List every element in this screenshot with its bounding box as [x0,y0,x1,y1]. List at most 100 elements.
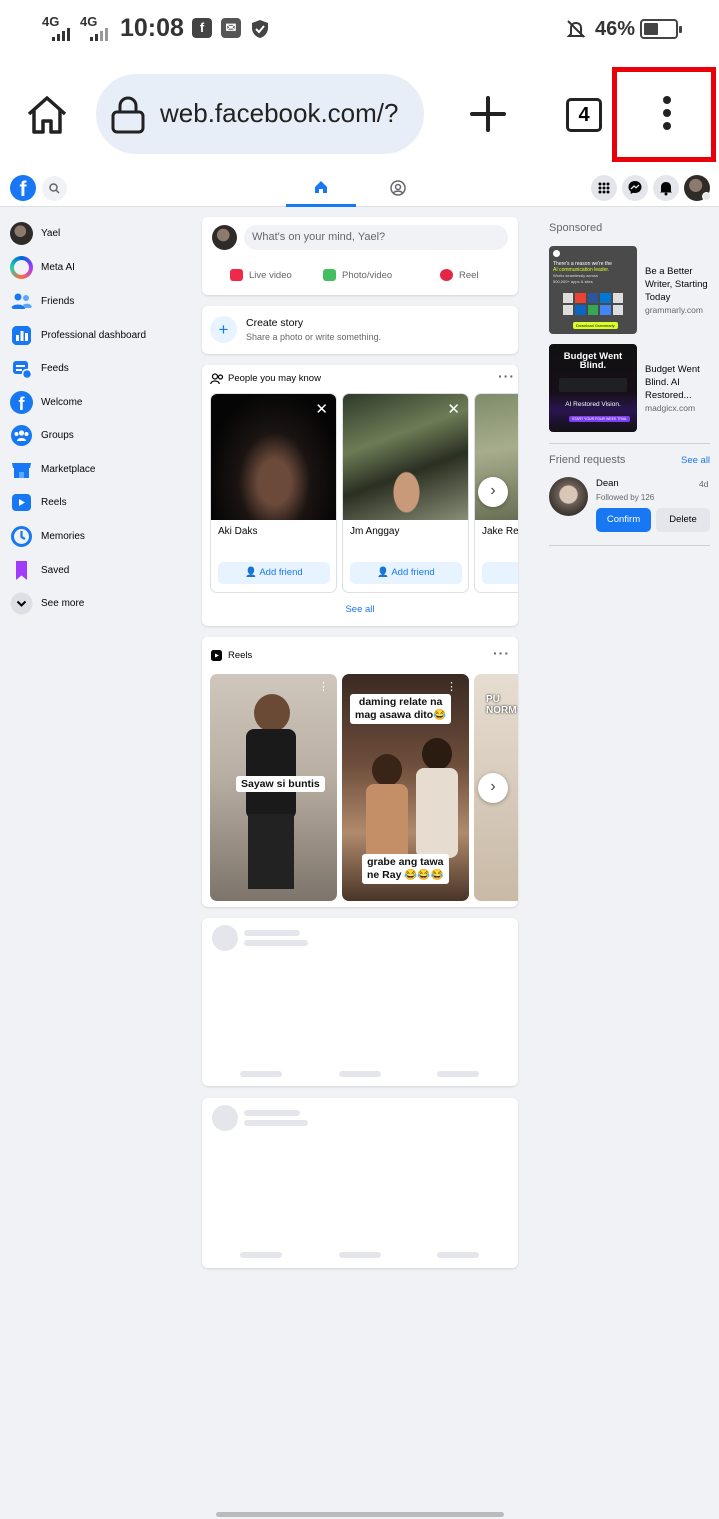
saved-icon [16,560,27,580]
add-friend-button[interactable]: 👤 Add friend [218,562,330,584]
close-icon[interactable]: ✕ [447,402,460,417]
reels-section-icon [211,650,222,661]
add-friend-button[interactable]: 👤 [482,562,518,584]
ad-image-grammarly[interactable]: There's a reason we're the AI communicat… [549,246,637,334]
network-indicator-1: 4G [42,14,60,29]
home-icon[interactable] [24,92,70,138]
pymk-card[interactable]: ✕ Jm Anggay 👤 Add friend [342,393,469,593]
photo-video-button[interactable]: Photo/video [323,269,392,281]
sidebar-item-label: Marketplace [41,463,96,475]
sidebar-item-feeds[interactable]: Feeds [10,355,69,381]
ad-title[interactable]: Budget Went Blind. AI Restored... [645,363,715,402]
meta-ai-icon [10,255,33,279]
url-text: web.facebook.com/? [160,98,399,128]
sidebar-item-meta-ai[interactable]: Meta AI [10,254,75,280]
signal-icon-1 [52,28,70,41]
friend-request-mutual: Followed by 126 [596,493,655,502]
carousel-next-button[interactable]: › [478,477,508,507]
create-story-title: Create story [246,317,304,329]
friend-requests-see-all-link[interactable]: See all [681,455,710,466]
friend-request-avatar[interactable] [549,477,588,516]
notifications-button[interactable] [653,175,679,201]
reel-caption-bottom: grabe ang tawa ne Ray 😂😂😂 [362,854,449,884]
sidebar-item-label: Meta AI [41,261,75,273]
live-video-button[interactable]: Live video [230,269,292,281]
plus-icon: + [210,316,237,343]
delete-button[interactable]: Delete [656,508,710,532]
reels-more-icon[interactable]: ··· [493,645,510,661]
network-indicator-2: 4G [80,14,98,29]
composer-input[interactable]: What's on your mind, Yael? [244,225,508,250]
close-icon[interactable]: ✕ [315,402,328,417]
friends-icon [11,293,32,309]
sidebar-item-marketplace[interactable]: Marketplace [10,456,95,482]
reel-caption: PU NORM [486,694,517,716]
sidebar-item-welcome[interactable]: f Welcome [10,389,83,415]
friend-requests-title: Friend requests [549,454,626,466]
confirm-button[interactable]: Confirm [596,508,651,532]
loading-post-card [202,1098,518,1268]
app-notification-icon: ✉ [221,18,241,38]
sidebar-item-label: Memories [41,530,85,542]
friend-request-time: 4d [699,479,709,489]
reel-label: Reel [459,269,479,281]
add-friend-label: Add friend [259,567,303,578]
facebook-logo-icon[interactable]: f [10,175,36,201]
sidebar-item-see-more[interactable]: See more [10,590,84,616]
tab-home[interactable] [286,170,356,207]
chevron-down-icon [10,592,33,614]
people-you-may-know-card: People you may know ··· ✕ Aki Daks 👤 Add… [202,365,518,626]
reels-icon [12,493,31,511]
tab-profile[interactable] [363,170,433,207]
chevron-right-icon: › [490,778,496,795]
pymk-card[interactable]: ✕ Aki Daks 👤 Add friend [210,393,337,593]
reel-more-icon[interactable]: ⋮ [446,680,457,693]
browser-toolbar: web.facebook.com/? 4 [0,58,719,170]
sidebar-item-reels[interactable]: Reels [10,489,67,515]
pymk-see-all-link[interactable]: See all [202,604,518,615]
battery-percent: 46% [595,18,636,40]
reels-card: Reels ··· Sayaw si buntis ⋮ daming relat… [202,637,518,907]
divider [549,443,710,444]
sidebar-item-saved[interactable]: Saved [10,557,69,583]
sidebar-item-label: Friends [41,295,75,307]
home-indicator[interactable] [216,1512,504,1517]
pymk-more-icon[interactable]: ··· [498,368,515,384]
reel-icon [440,269,453,281]
sidebar-item-profile[interactable]: Yael [10,220,60,246]
sidebar-item-memories[interactable]: Memories [10,523,85,549]
add-friend-button[interactable]: 👤 Add friend [350,562,462,584]
menu-button[interactable] [591,175,617,201]
browser-menu-button[interactable] [612,67,716,162]
ad-image-madgicx[interactable]: Budget Went Blind. AI Restored Vision. S… [549,344,637,432]
groups-icon [11,424,32,446]
divider [549,545,710,546]
dashboard-icon [12,325,31,345]
profile-circle-icon [390,180,406,196]
new-tab-button[interactable] [470,96,506,132]
pymk-title: People you may know [228,373,321,384]
reel-more-icon[interactable]: ⋮ [318,680,329,693]
sidebar-item-groups[interactable]: Groups [10,422,74,448]
create-story-card[interactable]: + Create story Share a photo or write so… [202,306,518,354]
ad-title[interactable]: Be a Better Writer, Starting Today [645,265,715,304]
address-bar[interactable]: web.facebook.com/? [96,74,424,154]
grid-menu-icon [598,182,610,194]
search-button[interactable] [42,176,67,201]
profile-avatar [10,221,33,245]
person-name: Jm Anggay [350,526,400,537]
tab-switcher-button[interactable]: 4 [566,98,602,132]
live-video-label: Live video [249,269,292,281]
lock-icon [111,96,145,134]
messenger-button[interactable] [622,175,648,201]
reel-item[interactable]: Sayaw si buntis ⋮ [210,674,337,901]
sidebar-item-friends[interactable]: Friends [10,288,74,314]
reel-button[interactable]: Reel [440,269,479,281]
person-name: Jake Re [482,526,518,537]
reel-item[interactable]: daming relate na mag asawa dito😂 grabe an… [342,674,469,901]
carousel-next-button[interactable]: › [478,773,508,803]
sidebar-item-professional-dashboard[interactable]: Professional dashboard [10,322,146,348]
friend-request-name[interactable]: Dean [596,478,619,489]
sidebar-item-label: Groups [41,429,74,441]
facebook-top-nav: f [0,170,719,207]
